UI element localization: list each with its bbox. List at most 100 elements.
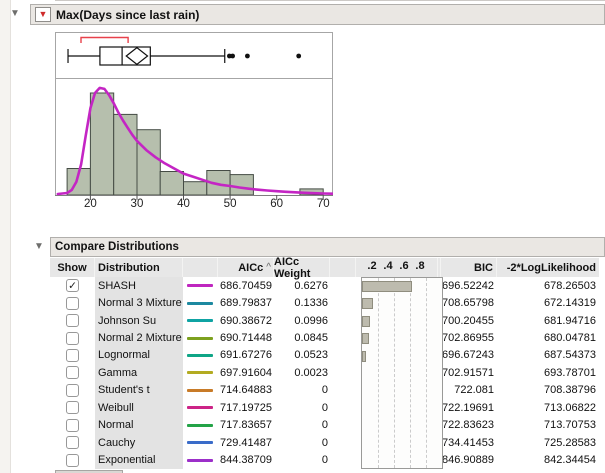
weight-plot-gridline <box>378 278 379 468</box>
weight-plot-gridline <box>394 278 395 468</box>
show-checkbox[interactable]: ✓ <box>66 279 79 293</box>
row-spacer <box>330 329 356 346</box>
row-spacer <box>330 382 356 399</box>
compare-outline-bar: Compare Distributions <box>50 237 605 257</box>
cell-distribution-name: Student's t <box>95 381 183 400</box>
distribution-color-swatch <box>187 441 213 445</box>
aicc-label: AICc <box>238 261 264 274</box>
cell-aicc: 691.67276 <box>220 349 272 362</box>
show-checkbox[interactable] <box>66 331 79 345</box>
cell-loglikelihood: 725.28583 <box>544 436 596 449</box>
column-header-aicc-weight[interactable]: AICc Weight <box>274 256 330 280</box>
x-axis-tick-label: 40 <box>177 198 190 210</box>
show-checkbox[interactable] <box>66 383 79 397</box>
table-row: Weibull 717.19725 0 722.19691 713.06822 <box>50 399 599 417</box>
table-row: Normal 2 Mixture 690.71448 0.0845 702.86955… <box>50 329 599 347</box>
distribution-color-swatch <box>187 301 213 305</box>
distribution-color-swatch <box>187 406 213 410</box>
cell-loglikelihood: 687.54373 <box>544 349 596 362</box>
x-axis-tick-label: 50 <box>223 198 237 210</box>
x-axis-tick-label: 20 <box>83 198 97 210</box>
aicc-weight-bar <box>362 333 369 345</box>
cell-bic: 708.65798 <box>442 297 494 310</box>
weight-plot-gridline <box>426 278 427 468</box>
show-checkbox[interactable] <box>66 453 79 467</box>
outlier-point <box>230 53 236 59</box>
column-header-color-swatch <box>183 258 218 277</box>
weight-axis-tick-label: .8 <box>415 260 425 272</box>
x-axis-tick-label: 60 <box>270 198 284 210</box>
row-spacer <box>330 417 356 434</box>
cell-loglikelihood: 713.70753 <box>544 419 596 432</box>
table-header-row: Show Distribution AICc ^ AICc Weight .2.… <box>50 256 599 280</box>
cell-aicc-weight: 0.6276 <box>294 279 328 292</box>
row-spacer <box>330 347 356 364</box>
cell-aicc: 697.91604 <box>220 366 272 379</box>
cell-aicc: 690.38672 <box>220 314 272 327</box>
cell-aicc-weight: 0.0996 <box>294 314 328 327</box>
sort-ascending-icon: ^ <box>266 262 271 273</box>
window-top-edge <box>55 0 605 1</box>
disclosure-triangle-icon-compare[interactable]: ▼ <box>34 242 44 252</box>
cell-distribution-name: Gamma <box>95 364 183 382</box>
show-checkbox[interactable] <box>66 436 79 450</box>
table-row: ✓ SHASH 686.70459 0.6276 696.52242 678.26503 <box>50 277 599 295</box>
cell-bic: 734.41453 <box>442 436 494 449</box>
table-row: Johnson Su 690.38672 0.0996 700.20455 681.94… <box>50 311 599 330</box>
show-checkbox[interactable] <box>66 348 79 362</box>
cell-aicc-weight: 0.0523 <box>294 349 328 362</box>
row-spacer <box>330 277 356 294</box>
mean-confidence-diamond <box>125 46 149 66</box>
disclosure-triangle-icon-distribution[interactable]: ▼ <box>10 9 20 19</box>
cell-bic: 702.91571 <box>442 366 494 379</box>
table-row: Cauchy 729.41487 0 734.41453 725.28583 <box>50 433 599 452</box>
boxplot-panel <box>55 32 333 79</box>
show-checkbox[interactable] <box>66 296 79 310</box>
distribution-outline-bar: ▼ Max(Days since last rain) <box>30 4 605 25</box>
distribution-color-swatch <box>187 319 213 323</box>
cell-aicc-weight: 0 <box>321 454 328 467</box>
cell-aicc: 714.64883 <box>220 384 272 397</box>
cell-bic: 846.90889 <box>442 454 494 467</box>
cell-loglikelihood: 672.14319 <box>544 297 596 310</box>
row-spacer <box>330 312 356 329</box>
column-header-show[interactable]: Show <box>50 258 95 277</box>
cell-aicc-weight: 0.0023 <box>294 366 328 379</box>
cell-distribution-name: Normal <box>95 416 183 434</box>
table-row: Lognormal 691.67276 0.0523 696.67243 687.543… <box>50 346 599 365</box>
weight-axis-tick-label: .6 <box>399 260 409 272</box>
column-header-aicc[interactable]: AICc ^ <box>218 258 274 277</box>
cell-loglikelihood: 678.26503 <box>544 279 596 292</box>
cell-loglikelihood: 693.78701 <box>544 366 596 379</box>
column-header-bic[interactable]: BIC <box>441 258 497 277</box>
table-row: Student's t 714.64883 0 722.081 708.38796 <box>50 381 599 400</box>
outlier-point <box>245 53 250 59</box>
aicc-weight-bar <box>362 281 413 292</box>
aicc-weight-bar <box>362 298 373 310</box>
show-checkbox[interactable] <box>66 401 79 415</box>
cell-loglikelihood: 708.38796 <box>544 384 596 397</box>
row-spacer <box>330 294 356 311</box>
column-header-loglikelihood[interactable]: -2*LogLikelihood <box>497 258 599 277</box>
distribution-color-swatch <box>187 371 213 375</box>
red-triangle-menu-button[interactable]: ▼ <box>35 7 51 22</box>
cell-distribution-name: Normal 2 Mixture <box>95 329 183 347</box>
histogram-x-axis-labels: 20 30 40 50 60 70 <box>55 198 333 212</box>
outlier-point <box>296 53 302 59</box>
show-checkbox[interactable] <box>66 366 79 380</box>
show-checkbox[interactable] <box>66 314 79 328</box>
red-triangle-icon: ▼ <box>38 9 48 19</box>
jmp-distribution-report: ▼ ▼ Max(Days since last rain) 20 30 40 50 60… <box>0 0 605 473</box>
weight-axis-tick-label: .2 <box>367 260 377 272</box>
row-spacer <box>330 399 356 416</box>
cell-aicc-weight: 0.1336 <box>294 297 328 310</box>
show-checkbox[interactable] <box>66 418 79 432</box>
cell-loglikelihood: 713.06822 <box>544 401 596 414</box>
column-header-distribution[interactable]: Distribution <box>95 258 183 277</box>
table-row: Normal 3 Mixture 689.79837 0.1336 708.65798… <box>50 294 599 312</box>
cell-loglikelihood: 680.04781 <box>544 332 596 345</box>
weight-axis-tick-label: .4 <box>383 260 393 272</box>
column-header-weight-plot: .2 .4 .6 .8 <box>356 258 438 277</box>
table-row: Normal 717.83657 0 722.83623 713.70753 <box>50 416 599 434</box>
distribution-color-swatch <box>187 423 213 427</box>
